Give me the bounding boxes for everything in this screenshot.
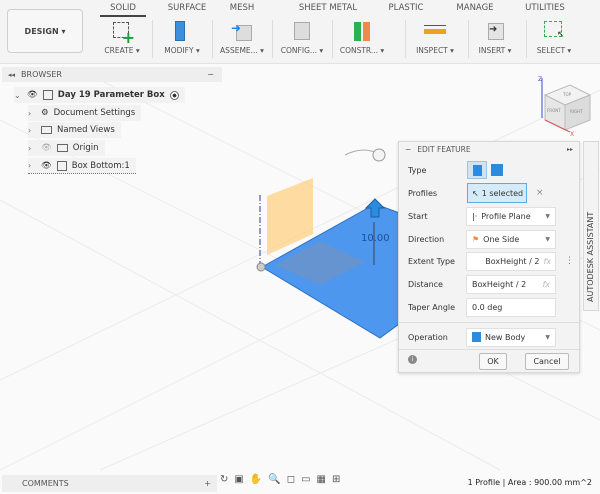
- start-dropdown[interactable]: |· Profile Plane ▼: [466, 206, 556, 226]
- more-options-icon[interactable]: ⋮: [565, 256, 574, 266]
- gear-icon: ⚙: [41, 108, 49, 118]
- cursor-icon: ↖: [472, 188, 479, 198]
- ok-button[interactable]: OK: [479, 353, 507, 370]
- select-menu[interactable]: ↖ SELECT ▾: [522, 20, 586, 55]
- fx-icon[interactable]: fx: [543, 257, 551, 266]
- active-radio-icon[interactable]: [169, 90, 179, 100]
- new-body-icon: [472, 332, 481, 342]
- insert-icon: ➜: [484, 20, 506, 42]
- press-pull-icon: [171, 20, 193, 42]
- operation-dropdown[interactable]: New Body ▼: [466, 327, 556, 347]
- eye-icon[interactable]: 👁: [27, 90, 38, 100]
- assemble-menu[interactable]: ➜ ASSEME... ▾: [210, 20, 274, 55]
- navigation-bar: ↻ ▣ ✋ 🔍 ◻ ▭ ▦ ⊞: [220, 474, 340, 485]
- orbit-icon[interactable]: ↻: [220, 474, 228, 485]
- tab-solid[interactable]: SOLID: [100, 3, 146, 17]
- taper-angle-input[interactable]: 0.0 deg: [466, 297, 556, 317]
- sketch-icon: +: [111, 20, 135, 46]
- profiles-selection[interactable]: ↖ 1 selected: [467, 183, 527, 203]
- type-extrude-button[interactable]: [467, 161, 487, 179]
- distance-dimension[interactable]: 10.00: [361, 233, 390, 244]
- eye-icon[interactable]: 👁: [41, 161, 52, 171]
- configure-icon: [291, 20, 313, 42]
- z-axis-label: Z: [538, 76, 542, 83]
- sketch-icon: [56, 160, 67, 171]
- collapse-icon[interactable]: −: [405, 145, 411, 154]
- edit-feature-panel: − EDIT FEATURE ▸▸ Type Profiles ↖ 1 selecte…: [398, 141, 581, 373]
- grid-icon[interactable]: ▦: [317, 474, 326, 485]
- tab-manage[interactable]: MANAGE: [452, 3, 498, 13]
- profile-plane-icon: |·: [472, 211, 478, 221]
- inspect-menu[interactable]: INSPECT ▾: [403, 20, 467, 55]
- create-menu[interactable]: + CREATE ▾: [90, 20, 154, 55]
- tab-plastic[interactable]: PLASTIC: [383, 3, 429, 13]
- expand-icon[interactable]: ▸▸: [567, 146, 573, 153]
- autodesk-assistant-tab[interactable]: AUTODESK ASSISTANT: [583, 141, 599, 311]
- tab-utilities[interactable]: UTILITIES: [522, 3, 568, 13]
- tree-item-named-views[interactable]: › Named Views: [28, 122, 121, 138]
- tab-surface[interactable]: SURFACE: [165, 3, 209, 13]
- look-at-icon[interactable]: ▣: [234, 474, 243, 485]
- fx-icon[interactable]: fx: [542, 280, 550, 289]
- tree-item-root[interactable]: ⌄ 👁 Day 19 Parameter Box: [14, 87, 185, 103]
- workspace-switcher[interactable]: DESIGN ▾: [7, 9, 83, 53]
- measure-icon: [424, 20, 446, 42]
- origin-point: [256, 262, 266, 272]
- viewcube[interactable]: TOP FRONT RIGHT Z X: [538, 76, 592, 138]
- extent-type-field[interactable]: BoxHeight / 2 fx: [466, 251, 556, 271]
- tree-item-origin[interactable]: › 👁 Origin: [28, 140, 105, 156]
- x-axis-label: X: [570, 131, 574, 138]
- rotate-handle[interactable]: [372, 148, 386, 162]
- fit-icon[interactable]: ◻: [287, 474, 295, 485]
- zoom-icon[interactable]: 🔍: [268, 474, 280, 485]
- viewcube-front[interactable]: FRONT: [547, 108, 561, 113]
- construct-menu[interactable]: CONSTR... ▾: [330, 20, 394, 55]
- toolbar: DESIGN ▾ SOLID SURFACE MESH SHEET METAL …: [0, 0, 600, 64]
- viewcube-top[interactable]: TOP: [562, 92, 572, 97]
- clear-selection-button[interactable]: ×: [536, 188, 544, 198]
- distance-input[interactable]: BoxHeight / 2 fx: [466, 274, 556, 294]
- component-icon: [42, 90, 53, 100]
- configure-menu[interactable]: CONFIG... ▾: [270, 20, 334, 55]
- insert-menu[interactable]: ➜ INSERT ▾: [463, 20, 527, 55]
- modify-menu[interactable]: MODIFY ▾: [150, 20, 214, 55]
- eye-hidden-icon[interactable]: 👁: [41, 143, 52, 153]
- tab-sheet-metal[interactable]: SHEET METAL: [293, 3, 363, 13]
- plane-icon: [351, 20, 373, 42]
- folder-icon: [41, 126, 52, 134]
- select-icon: ↖: [543, 20, 565, 42]
- type-thin-extrude-button[interactable]: [491, 164, 503, 176]
- pan-icon[interactable]: ✋: [250, 474, 262, 485]
- browser-header[interactable]: ◂◂ BROWSER −: [2, 67, 222, 82]
- info-icon[interactable]: i: [408, 355, 417, 364]
- joint-icon: ➜: [231, 20, 253, 42]
- add-comment-icon[interactable]: +: [204, 479, 211, 488]
- collapse-icon[interactable]: −: [207, 70, 214, 79]
- tree-item-box-bottom[interactable]: › 👁 Box Bottom:1: [28, 158, 136, 174]
- folder-icon: [56, 144, 68, 152]
- status-bar: 1 Profile | Area : 900.00 mm^2: [467, 478, 592, 487]
- one-side-icon: ⚑: [472, 234, 480, 244]
- viewcube-right[interactable]: RIGHT: [570, 109, 583, 114]
- tree-item-document-settings[interactable]: › ⚙ Document Settings: [28, 105, 142, 121]
- viewports-icon[interactable]: ⊞: [332, 474, 340, 485]
- comments-panel[interactable]: COMMENTS +: [2, 475, 217, 492]
- tab-mesh[interactable]: MESH: [220, 3, 264, 13]
- cancel-button[interactable]: Cancel: [525, 353, 569, 370]
- browser-title: BROWSER: [21, 70, 62, 79]
- direction-dropdown[interactable]: ⚑ One Side ▼: [466, 229, 556, 249]
- panel-title: EDIT FEATURE: [417, 144, 471, 154]
- display-settings-icon[interactable]: ▭: [301, 474, 310, 485]
